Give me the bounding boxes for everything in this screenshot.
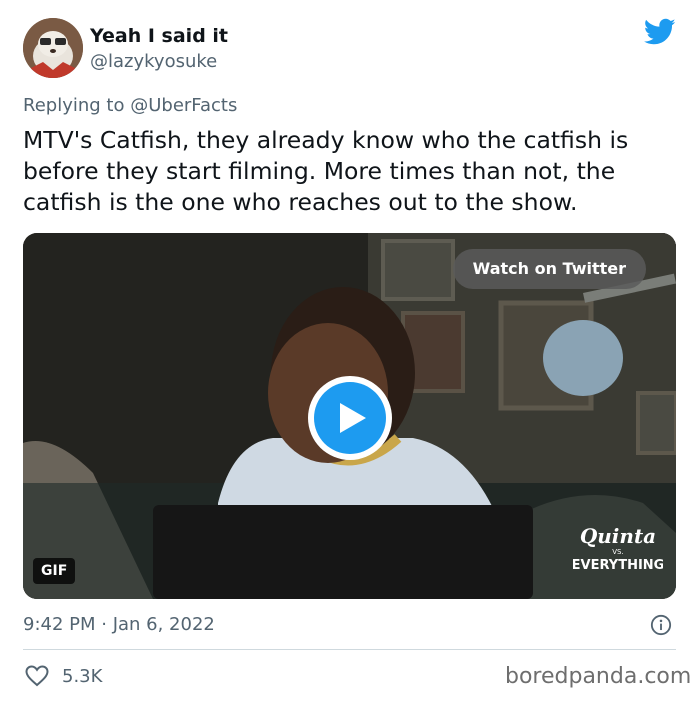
watermark-line-1: Quinta — [580, 524, 656, 548]
watermark-line-3: EVERYTHING — [573, 558, 663, 573]
watermark-line-2: VS. — [612, 548, 623, 556]
watch-on-twitter-button[interactable]: Watch on Twitter — [452, 249, 646, 289]
replying-to: Replying to @UberFacts — [23, 95, 237, 116]
divider — [23, 649, 676, 650]
info-icon[interactable] — [650, 614, 672, 636]
show-watermark: Quinta VS. EVERYTHING — [572, 523, 665, 578]
tweet-media[interactable]: Watch on Twitter GIF Quinta VS. EVERYTHI… — [23, 233, 676, 599]
heart-icon[interactable] — [25, 665, 49, 687]
site-watermark: boredpanda.com — [505, 664, 692, 689]
like-count: 5.3K — [62, 666, 103, 687]
avatar[interactable] — [23, 18, 83, 78]
tweet-text: MTV's Catfish, they already know who the… — [23, 126, 629, 216]
play-button[interactable] — [308, 376, 392, 460]
replying-to-prefix: Replying to — [23, 95, 125, 116]
twitter-bird-icon[interactable] — [644, 18, 676, 46]
author-display-name[interactable]: Yeah I said it — [90, 25, 228, 47]
play-button-circle — [314, 382, 386, 454]
tweet-timestamp[interactable]: 9:42 PM · Jan 6, 2022 — [23, 614, 215, 635]
gif-badge: GIF — [33, 558, 76, 584]
replying-to-mention[interactable]: @UberFacts — [130, 95, 237, 116]
play-icon — [340, 403, 366, 433]
author-handle[interactable]: @lazykyosuke — [90, 51, 217, 72]
